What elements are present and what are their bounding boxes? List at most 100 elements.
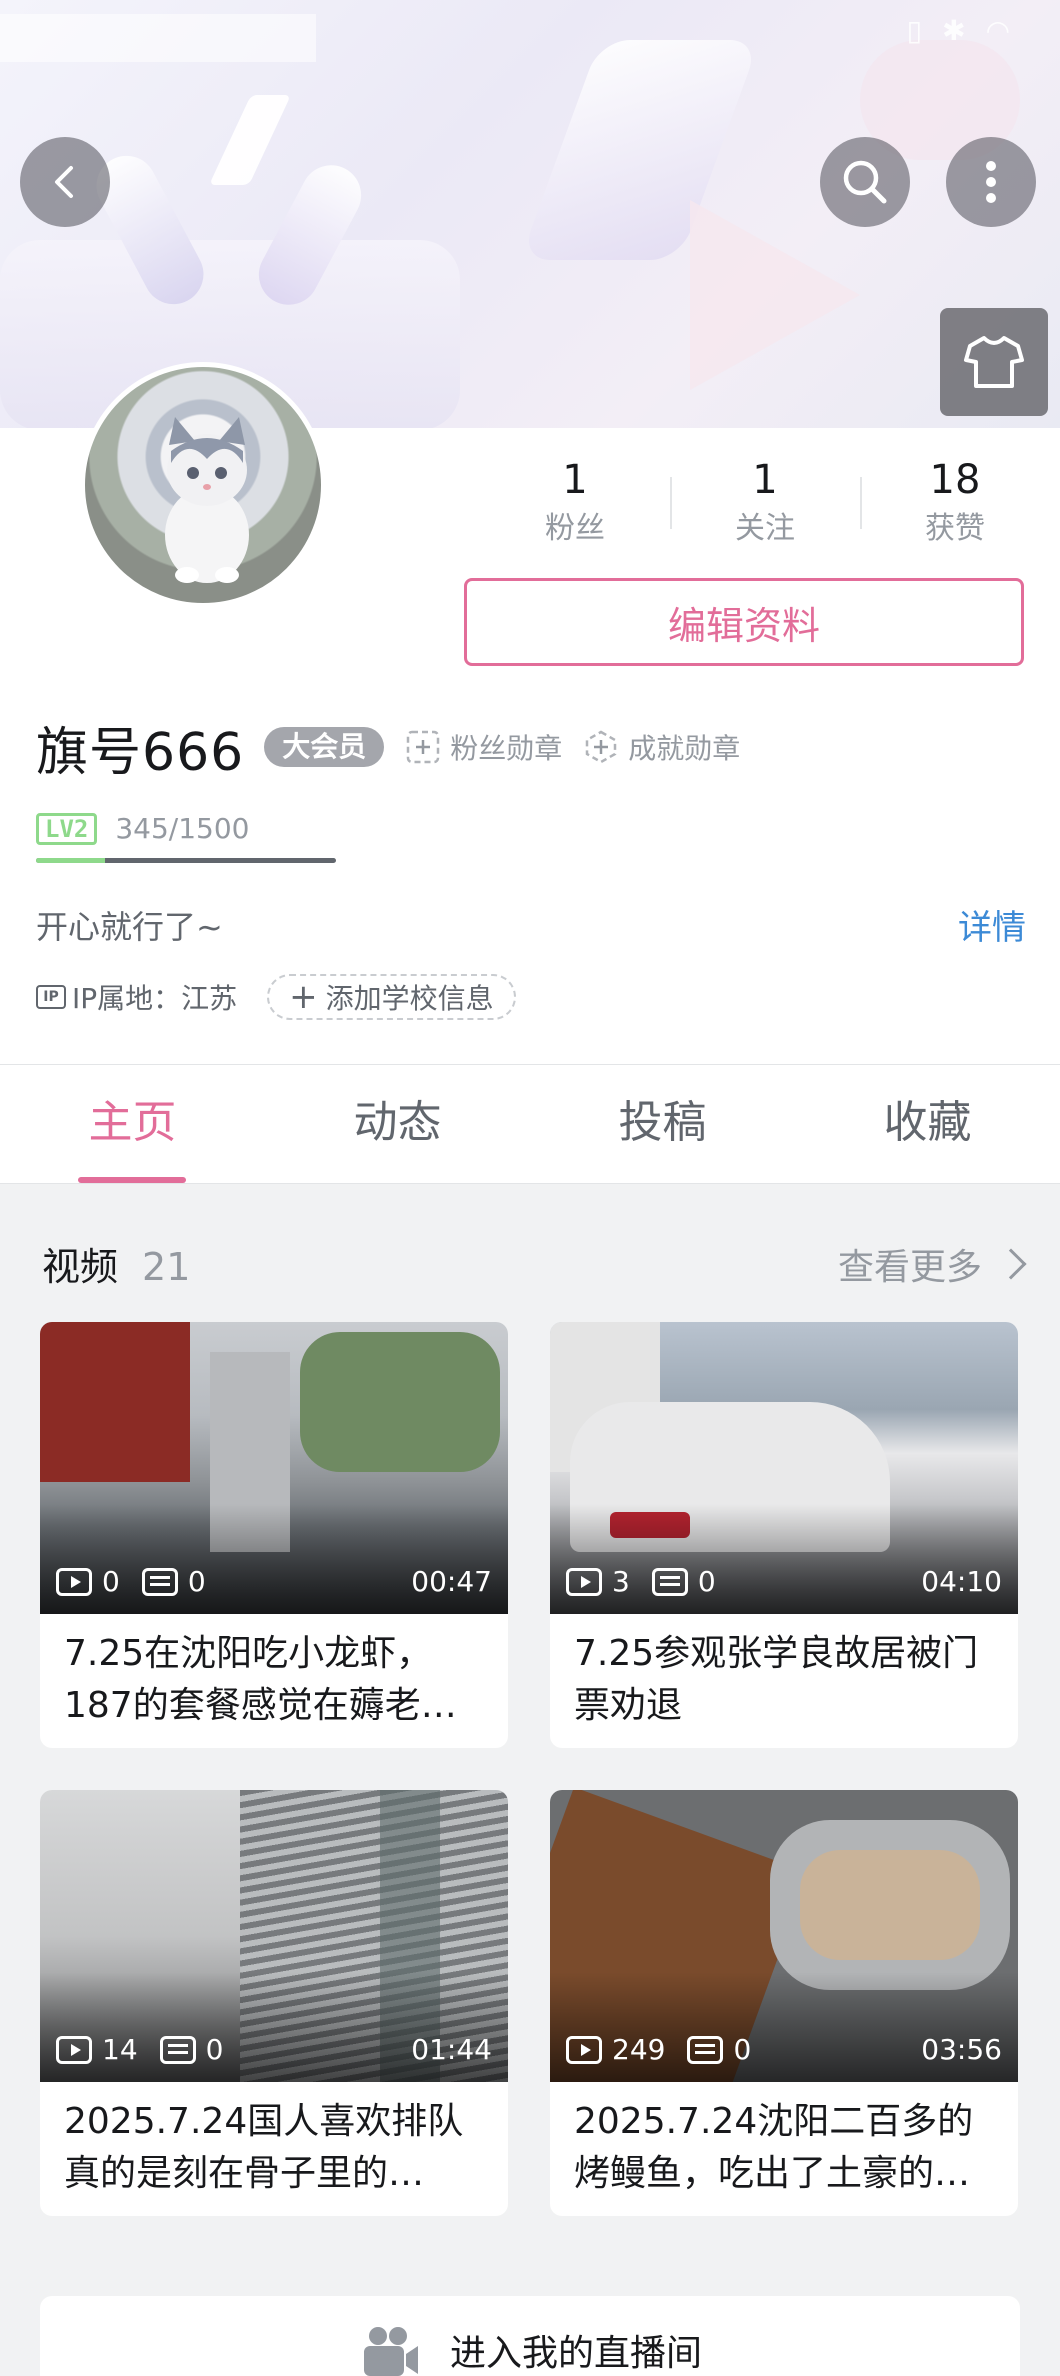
wifi-icon: ◠ (985, 14, 1010, 47)
tab-home[interactable]: 主页 (0, 1065, 265, 1183)
danmaku-icon (141, 1567, 178, 1596)
video-plays: 14 (102, 2033, 138, 2066)
plus-icon: + (289, 977, 318, 1017)
video-meta: 249 0 03:56 (566, 2033, 1002, 2066)
signature-row: 开心就行了~ 详情 (36, 900, 1026, 949)
video-title: 7.25在沈阳吃小龙虾，187的套餐感觉在薅老… (64, 1633, 457, 1726)
video-plays: 249 (612, 2033, 666, 2066)
avatar-cat-image (165, 417, 249, 583)
video-duration: 00:47 (411, 1565, 492, 1598)
add-achievement-icon (586, 730, 617, 764)
more-vertical-icon (986, 161, 996, 203)
level-row[interactable]: LV2 345/1500 (36, 812, 250, 845)
stat-label: 粉丝 (545, 511, 605, 546)
video-plays: 0 (102, 1565, 120, 1598)
edit-profile-button[interactable]: 编辑资料 (464, 578, 1024, 666)
ip-location: IP属地：江苏 (72, 982, 238, 1015)
view-more-label: 查看更多 (837, 1246, 982, 1288)
video-card[interactable]: 249 0 03:56 2025.7.24沈阳二百多的烤鳗鱼，吃出了土豪的… (550, 1790, 1018, 2216)
video-danmaku: 0 (205, 2033, 224, 2066)
stat-value: 1 (752, 457, 778, 503)
tab-submissions[interactable]: 投稿 (530, 1065, 795, 1183)
stat-value: 18 (929, 457, 981, 503)
back-button[interactable] (20, 137, 110, 227)
play-icon (566, 2035, 602, 2064)
danmaku-icon (651, 1567, 688, 1596)
videos-title: 视频 (42, 1245, 119, 1289)
video-title: 2025.7.24沈阳二百多的烤鳗鱼，吃出了土豪的… (574, 2101, 974, 2194)
video-title: 2025.7.24国人喜欢排队真的是刻在骨子里的… (64, 2101, 464, 2194)
level-badge: LV2 (36, 812, 98, 845)
add-school-button[interactable]: + 添加学校信息 (267, 974, 516, 1020)
name-row: 旗号666 大会员 粉丝勋章 成就勋章 (36, 712, 740, 783)
video-card[interactable]: 0 0 00:47 7.25在沈阳吃小龙虾，187的套餐感觉在薅老… (40, 1322, 508, 1748)
stat-value: 1 (562, 457, 588, 503)
exp-progress-fill (36, 858, 105, 863)
video-plays: 3 (612, 1565, 630, 1598)
dress-up-button[interactable] (940, 308, 1048, 416)
stat-label: 关注 (735, 511, 795, 546)
video-danmaku: 0 (733, 2033, 752, 2066)
status-bar-icons: ▯ ✱ ◠ (907, 14, 1010, 47)
videos-header: 视频 21 查看更多 (42, 1236, 1027, 1291)
detail-link[interactable]: 详情 (958, 900, 1026, 949)
fan-medal-button[interactable]: 粉丝勋章 (406, 727, 562, 767)
danmaku-icon (159, 2035, 196, 2064)
video-card[interactable]: 14 0 01:44 2025.7.24国人喜欢排队真的是刻在骨子里的… (40, 1790, 508, 2216)
video-danmaku: 0 (697, 1565, 716, 1598)
videos-count: 21 (142, 1245, 191, 1289)
signature: 开心就行了~ (36, 907, 223, 946)
video-duration: 03:56 (921, 2033, 1002, 2066)
exp-progress-bar (36, 858, 336, 863)
avatar[interactable] (80, 362, 326, 608)
username: 旗号666 (36, 722, 245, 783)
video-duration: 04:10 (921, 1565, 1002, 1598)
search-icon (843, 160, 887, 204)
tshirt-icon (964, 336, 1024, 388)
achievement-medal-button[interactable]: 成就勋章 (584, 727, 740, 767)
back-icon (55, 166, 73, 198)
video-meta: 14 0 01:44 (56, 2033, 492, 2066)
ip-row: IP IP属地：江苏 + 添加学校信息 (36, 974, 516, 1020)
search-button[interactable] (820, 137, 910, 227)
stat-fans[interactable]: 1 粉丝 (480, 455, 670, 549)
banner-decoration (209, 95, 291, 185)
video-thumbnail: 249 0 03:56 (550, 1790, 1018, 2082)
tab-favorites[interactable]: 收藏 (795, 1065, 1060, 1183)
banner-decoration (690, 200, 860, 390)
video-duration: 01:44 (411, 2033, 492, 2066)
view-more-button[interactable]: 查看更多 (837, 1238, 1027, 1290)
live-room-entry[interactable]: 进入我的直播间 (40, 2296, 1020, 2376)
video-thumbnail: 0 0 00:47 (40, 1322, 508, 1614)
play-icon (566, 1567, 602, 1596)
chevron-right-icon (995, 1247, 1027, 1280)
profile-stats: 1 粉丝 1 关注 18 获赞 (480, 455, 1050, 549)
stat-likes[interactable]: 18 获赞 (860, 455, 1050, 549)
profile-tabs: 主页 动态 投稿 收藏 (0, 1064, 1060, 1184)
profile-banner: ▯ ✱ ◠ (0, 0, 1060, 428)
video-title: 7.25参观张学良故居被门票劝退 (574, 1633, 979, 1726)
video-thumbnail: 3 0 04:10 (550, 1322, 1018, 1614)
achievement-medal-label: 成就勋章 (628, 732, 741, 765)
vip-badge[interactable]: 大会员 (264, 727, 385, 767)
tab-dynamics[interactable]: 动态 (265, 1065, 530, 1183)
stat-following[interactable]: 1 关注 (670, 455, 860, 549)
ip-icon: IP (36, 985, 66, 1009)
video-card[interactable]: 3 0 04:10 7.25参观张学良故居被门票劝退 (550, 1322, 1018, 1748)
stat-label: 获赞 (925, 511, 985, 546)
video-thumbnail: 14 0 01:44 (40, 1790, 508, 2082)
nfc-icon: ▯ (906, 14, 923, 47)
play-icon (56, 2035, 92, 2064)
play-icon (56, 1567, 92, 1596)
status-bar-left (0, 14, 316, 62)
danmaku-icon (687, 2035, 724, 2064)
more-button[interactable] (946, 137, 1036, 227)
video-danmaku: 0 (187, 1565, 206, 1598)
add-school-label: 添加学校信息 (325, 982, 494, 1015)
video-meta: 0 0 00:47 (56, 1565, 492, 1598)
live-room-icon (363, 2327, 418, 2376)
video-meta: 3 0 04:10 (566, 1565, 1002, 1598)
exp-text: 345/1500 (115, 812, 250, 845)
fan-medal-label: 粉丝勋章 (450, 732, 563, 765)
bluetooth-icon: ✱ (942, 14, 966, 47)
